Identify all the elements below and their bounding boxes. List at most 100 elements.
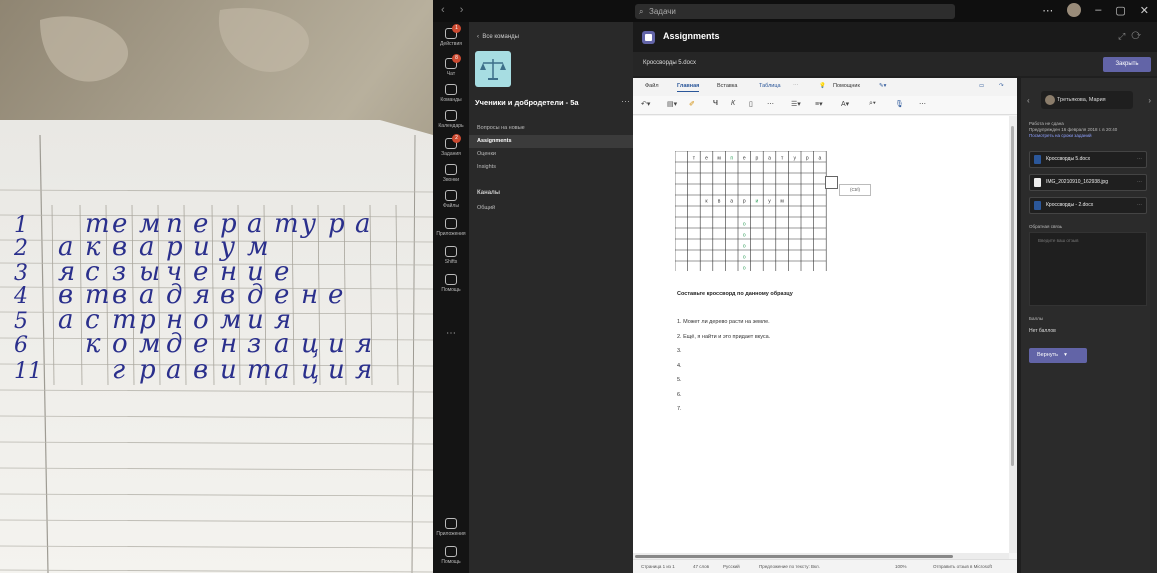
tab-file[interactable]: Файл (645, 83, 659, 89)
bullets-icon[interactable]: ☰▾ (791, 100, 801, 108)
rail-label: Календарь (438, 123, 464, 129)
italic-icon[interactable]: К (731, 100, 735, 107)
word-count: 47 слов (693, 564, 710, 569)
rail-icon (445, 164, 457, 175)
comment-icon[interactable]: ▭ (979, 83, 984, 89)
dictate-icon[interactable]: 🎙 (895, 100, 904, 108)
document-page[interactable]: температураквариумооооо (Ctrl) Составьте… (633, 116, 1009, 553)
notebook-photo-drawing: 1 т е м п е р а т у р а2 а к в а р и у м3 я с з ы ч е н и е4 в т в а д я в д… (0, 0, 433, 573)
rail-item-9[interactable]: Помощь (433, 274, 469, 293)
return-button[interactable]: Вернуть ▾ (1029, 348, 1087, 363)
bold-icon[interactable]: Ч (713, 100, 718, 107)
close-icon[interactable]: ✕ (1140, 4, 1149, 17)
attached-file[interactable]: Кроссворды - 2.docx ⋯ (1029, 197, 1147, 214)
align-icon[interactable]: ≡▾ (815, 100, 823, 108)
doc-question-6: 6. (677, 391, 682, 398)
tab-table[interactable]: Таблица (759, 83, 781, 89)
rail-item-6[interactable]: Файлы (433, 190, 469, 209)
handwritten-letter: т (274, 209, 299, 239)
attached-file[interactable]: IMG_20210910_162938.jpg ⋯ (1029, 174, 1147, 191)
rail-item-1[interactable]: 8 Чат (433, 54, 469, 77)
handwritten-letter: е (328, 280, 343, 310)
pen-icon[interactable]: ✎▾ (879, 83, 886, 89)
crossword-letter: м (717, 155, 721, 161)
handwritten-letter: г (112, 355, 125, 385)
handwritten-letter: я (355, 355, 372, 385)
status-link[interactable]: Посмотреть на сроки заданий (1029, 133, 1149, 139)
student-selector[interactable]: Третьякова, Мария (1041, 91, 1133, 109)
crossword-letter: к (705, 199, 708, 205)
tab-insert[interactable]: Вставка (717, 83, 737, 89)
paste-icon[interactable]: ▤▾ (667, 100, 677, 108)
more-apps-icon[interactable]: ⋯ (433, 328, 469, 339)
handwritten-letter: в (193, 355, 208, 385)
paste-options-chip[interactable]: (Ctrl) (839, 184, 871, 196)
more-icon[interactable]: ⋯ (1042, 4, 1053, 17)
rail-icon: 2 (445, 134, 461, 149)
crossword-letter: в (718, 199, 721, 205)
rail-item-5[interactable]: Звонки (433, 164, 469, 183)
close-button[interactable]: Закрыть (1103, 57, 1151, 72)
minimize-icon[interactable]: – (1095, 4, 1101, 16)
help-rail-item[interactable]: Помощь (433, 546, 469, 565)
zoom-level[interactable]: 100% (895, 564, 907, 569)
file-more-icon[interactable]: ⋯ (1137, 152, 1142, 167)
feedback-input[interactable]: Введите ваш отзыв (1029, 232, 1147, 306)
rail-label: Помощь (441, 287, 461, 293)
file-more-icon[interactable]: ⋯ (1137, 198, 1142, 213)
styles-icon[interactable]: A▾ (841, 100, 849, 108)
rail-item-3[interactable]: Календарь (433, 110, 469, 129)
next-student-icon[interactable]: › (1148, 96, 1151, 105)
team-tab-3[interactable]: Insights (469, 161, 633, 174)
rail-item-2[interactable]: Команды (433, 84, 469, 103)
rail-item-7[interactable]: Приложения (433, 218, 469, 237)
rail-item-8[interactable]: Shifts (433, 246, 469, 265)
rail-item-4[interactable]: 2 Задания (433, 134, 469, 157)
team-tab-2[interactable]: Оценки (469, 148, 633, 161)
team-more-icon[interactable]: ⋯ (621, 96, 630, 107)
text-predictions[interactable]: Предложение по тексту: Вкл. (759, 564, 820, 569)
teams-window: ‹ › ⌕ Задачи ⋯ – ▢ ✕ 1 Действия 8 Чат Команд… (433, 0, 1157, 573)
format-painter-icon[interactable]: ✐ (689, 100, 695, 108)
rail-item-0[interactable]: 1 Действия (433, 24, 469, 47)
team-tab-0[interactable]: Вопросы на новые (469, 122, 633, 135)
handwritten-letter: и (328, 355, 345, 385)
feedback-link[interactable]: Отправить отзыв в Microsoft (933, 564, 992, 569)
crossword-letter: т (693, 155, 696, 161)
app-rail: 1 Действия 8 Чат Команды Календарь 2 Задания Зво… (433, 22, 469, 573)
grading-panel: ‹ Третьякова, Мария › Работа не сдана Пр… (1021, 78, 1157, 573)
apps-rail-item[interactable]: Приложения (433, 518, 469, 537)
attached-file[interactable]: Кроссворды 5.docx ⋯ (1029, 151, 1147, 168)
doc-heading: Составьте кроссворд по данному образцу (677, 291, 793, 297)
more-tabs-icon[interactable]: ⋯ (793, 83, 799, 89)
maximize-icon[interactable]: ▢ (1115, 4, 1125, 17)
avatar[interactable] (1067, 3, 1082, 17)
tab-home[interactable]: Главная (677, 83, 700, 92)
undo-icon[interactable]: ↶▾ (641, 100, 650, 108)
find-icon[interactable]: ⌕▾ (869, 100, 876, 108)
search-input[interactable]: ⌕ Задачи (635, 4, 955, 19)
apps-icon (445, 518, 457, 529)
more-options-icon[interactable]: ⋯ (919, 100, 926, 108)
prev-student-icon[interactable]: ‹ (1027, 96, 1030, 105)
team-tab-1[interactable]: Assignments (469, 135, 633, 148)
back-to-teams-link[interactable]: ‹ Все команды (477, 34, 519, 40)
clear-format-icon[interactable]: ▯ (749, 100, 753, 108)
expand-refresh-icons[interactable]: ⤢⟳ (1118, 31, 1147, 42)
crossword-letter: р (806, 155, 809, 161)
file-more-icon[interactable]: ⋯ (1137, 175, 1142, 190)
handwritten-letter: т (247, 355, 272, 385)
handwritten-letter: к (85, 329, 101, 359)
channel-general[interactable]: Общий (477, 205, 495, 211)
language[interactable]: Русский (723, 564, 740, 569)
handwritten-letter: а (58, 305, 74, 335)
student-avatar (1045, 95, 1055, 105)
share-icon[interactable]: ↷ (999, 83, 1004, 89)
crossword-highlight-letter: о (743, 265, 746, 271)
history-nav-icons[interactable]: ‹ › (441, 4, 469, 16)
tab-helper[interactable]: Помощник (833, 83, 860, 89)
handwritten-row-number: 2 (13, 236, 28, 261)
vertical-scrollbar[interactable] (1009, 116, 1017, 553)
more-format-icon[interactable]: ⋯ (767, 100, 774, 108)
table-handle[interactable] (825, 176, 838, 189)
